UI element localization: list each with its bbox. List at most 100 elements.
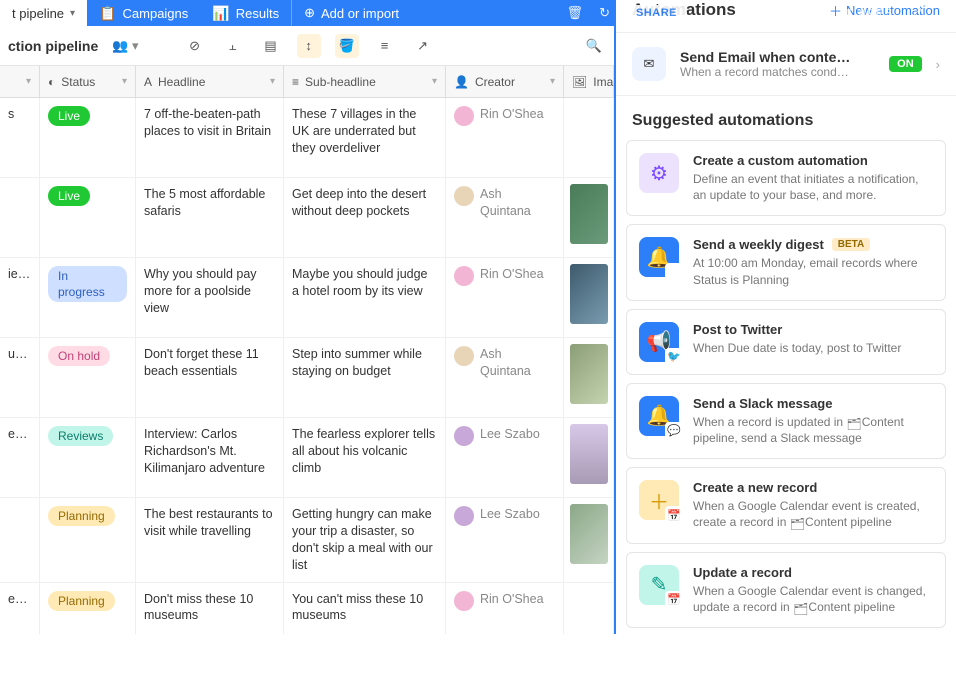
automation-state-badge[interactable]: ON: [889, 56, 922, 72]
cell-subheadline[interactable]: Get deep into the desert without deep po…: [284, 178, 446, 257]
tab-pipeline[interactable]: t pipeline ▾: [0, 0, 87, 26]
cell-creator[interactable]: Rin O'Shea: [446, 258, 564, 337]
search-button[interactable]: 🔍: [582, 34, 606, 58]
cell-status[interactable]: On hold: [40, 338, 136, 417]
tab-results[interactable]: 📊 Results: [200, 0, 291, 26]
cell-status[interactable]: In progress: [40, 258, 136, 337]
cell-name[interactable]: iews: [0, 258, 40, 337]
cell-headline[interactable]: The best restaurants to visit while trav…: [136, 498, 284, 582]
avatar: [454, 186, 474, 206]
beta-badge: BETA: [832, 238, 870, 251]
avatar: [454, 426, 474, 446]
thumbnail: [570, 504, 608, 564]
cell-image[interactable]: [564, 258, 614, 337]
col-header-name[interactable]: ▾: [0, 66, 40, 97]
table-row[interactable]: iews In progress Why you should pay more…: [0, 258, 614, 338]
cell-headline[interactable]: Interview: Carlos Richardson's Mt. Kilim…: [136, 418, 284, 497]
suggestion-card[interactable]: 🔔 ✉ Send a weekly digest BETA At 10:00 a…: [626, 224, 946, 300]
table-row[interactable]: urants On hold Don't forget these 11 bea…: [0, 338, 614, 418]
sort-button[interactable]: ↕: [297, 34, 321, 58]
status-badge: On hold: [48, 346, 110, 366]
group-button[interactable]: ▤: [259, 34, 283, 58]
cell-subheadline[interactable]: These 7 villages in the UK are underrate…: [284, 98, 446, 177]
cell-status[interactable]: Live: [40, 98, 136, 177]
cell-name[interactable]: urants: [0, 338, 40, 417]
suggestion-card[interactable]: ⚙ Create a custom automation Define an e…: [626, 140, 946, 216]
add-import-button[interactable]: ⊕ Add or import: [292, 0, 411, 26]
share-view-button[interactable]: ↗: [411, 34, 435, 58]
cell-subheadline[interactable]: You can't miss these 10 museums: [284, 583, 446, 635]
suggestion-card[interactable]: 📢 🐦 Post to Twitter When Due date is tod…: [626, 309, 946, 375]
cell-image[interactable]: [564, 98, 614, 177]
thumbnail: [570, 424, 608, 484]
cell-headline[interactable]: Don't forget these 11 beach essentials: [136, 338, 284, 417]
cell-creator[interactable]: Rin O'Shea: [446, 583, 564, 635]
row-height-button[interactable]: ≡: [373, 34, 397, 58]
table-row[interactable]: s Live 7 off-the-beaten-path places to v…: [0, 98, 614, 178]
history-button[interactable]: ↻: [591, 0, 618, 26]
tab-campaigns[interactable]: 📋 Campaigns: [87, 0, 200, 26]
suggestion-icon: 🔔 💬: [639, 396, 679, 436]
cell-status[interactable]: Live: [40, 178, 136, 257]
table-row[interactable]: Live The 5 most affordable safaris Get d…: [0, 178, 614, 258]
table-row[interactable]: erview Reviews Interview: Carlos Richard…: [0, 418, 614, 498]
col-header-image[interactable]: 🖼Ima: [564, 66, 614, 97]
close-panel-button[interactable]: ✕: [929, 0, 956, 26]
cell-subheadline[interactable]: Getting hungry can make your trip a disa…: [284, 498, 446, 582]
cell-creator[interactable]: Rin O'Shea: [446, 98, 564, 177]
chevron-right-icon: ›: [936, 57, 940, 72]
text-icon: A: [144, 75, 152, 89]
trash-button[interactable]: 🗑: [559, 0, 592, 26]
creator-name: Rin O'Shea: [480, 106, 544, 123]
cell-headline[interactable]: 7 off-the-beaten-path places to visit in…: [136, 98, 284, 177]
cell-name[interactable]: s: [0, 98, 40, 177]
workflow-icon: ✉︎: [644, 56, 655, 72]
suggestion-card[interactable]: ✎ 📅 Update a record When a Google Calend…: [626, 552, 946, 628]
expand-button[interactable]: ⤢: [903, 0, 929, 26]
cell-creator[interactable]: Ash Quintana: [446, 338, 564, 417]
cell-name[interactable]: entials: [0, 583, 40, 635]
cell-status[interactable]: Planning: [40, 498, 136, 582]
cell-creator[interactable]: Lee Szabo: [446, 418, 564, 497]
cell-status[interactable]: Reviews: [40, 418, 136, 497]
cell-image[interactable]: [564, 583, 614, 635]
suggestion-card[interactable]: 🔔 💬 Send a Slack message When a record i…: [626, 383, 946, 459]
suggestion-card[interactable]: ＋ 📅 Create a new record When a Google Ca…: [626, 467, 946, 543]
col-header-status[interactable]: ◐Status▾: [40, 66, 136, 97]
cell-creator[interactable]: Lee Szabo: [446, 498, 564, 582]
col-header-creator[interactable]: 👤Creator▾: [446, 66, 564, 97]
suggestion-icon: 📢 🐦: [639, 322, 679, 362]
filter-button[interactable]: ⫠: [221, 34, 245, 58]
table-row[interactable]: Planning The best restaurants to visit w…: [0, 498, 614, 583]
grid-body[interactable]: s Live 7 off-the-beaten-path places to v…: [0, 98, 614, 634]
cell-subheadline[interactable]: Maybe you should judge a hotel room by i…: [284, 258, 446, 337]
cell-headline[interactable]: Why you should pay more for a poolside v…: [136, 258, 284, 337]
apps-label: APPS: [858, 6, 893, 20]
suggestion-badge-icon: ✉: [665, 263, 683, 281]
color-button[interactable]: 🪣: [335, 34, 359, 58]
share-button[interactable]: SHARE: [618, 0, 695, 26]
col-label: Headline: [158, 75, 205, 89]
table-row[interactable]: entials Planning Don't miss these 10 mus…: [0, 583, 614, 635]
cell-image[interactable]: [564, 418, 614, 497]
apps-nav-button[interactable]: ▦ APPS: [830, 0, 903, 26]
cell-headline[interactable]: Don't miss these 10 museums: [136, 583, 284, 635]
cell-subheadline[interactable]: Step into summer while staying on budget: [284, 338, 446, 417]
people-icon[interactable]: 👥 ▾: [112, 38, 138, 54]
cell-name[interactable]: [0, 178, 40, 257]
cell-image[interactable]: [564, 338, 614, 417]
hide-fields-button[interactable]: ⊘: [183, 34, 207, 58]
status-badge: Planning: [48, 591, 115, 611]
existing-automation-row[interactable]: ✉︎ Send Email when conte… When a record …: [616, 32, 956, 96]
cell-creator[interactable]: Ash Quintana: [446, 178, 564, 257]
cell-image[interactable]: [564, 178, 614, 257]
cell-name[interactable]: [0, 498, 40, 582]
col-label: Sub-headline: [305, 75, 376, 89]
cell-status[interactable]: Planning: [40, 583, 136, 635]
cell-subheadline[interactable]: The fearless explorer tells all about hi…: [284, 418, 446, 497]
col-header-headline[interactable]: AHeadline▾: [136, 66, 284, 97]
col-header-subheadline[interactable]: ≡Sub-headline▾: [284, 66, 446, 97]
cell-name[interactable]: erview: [0, 418, 40, 497]
cell-image[interactable]: [564, 498, 614, 582]
cell-headline[interactable]: The 5 most affordable safaris: [136, 178, 284, 257]
